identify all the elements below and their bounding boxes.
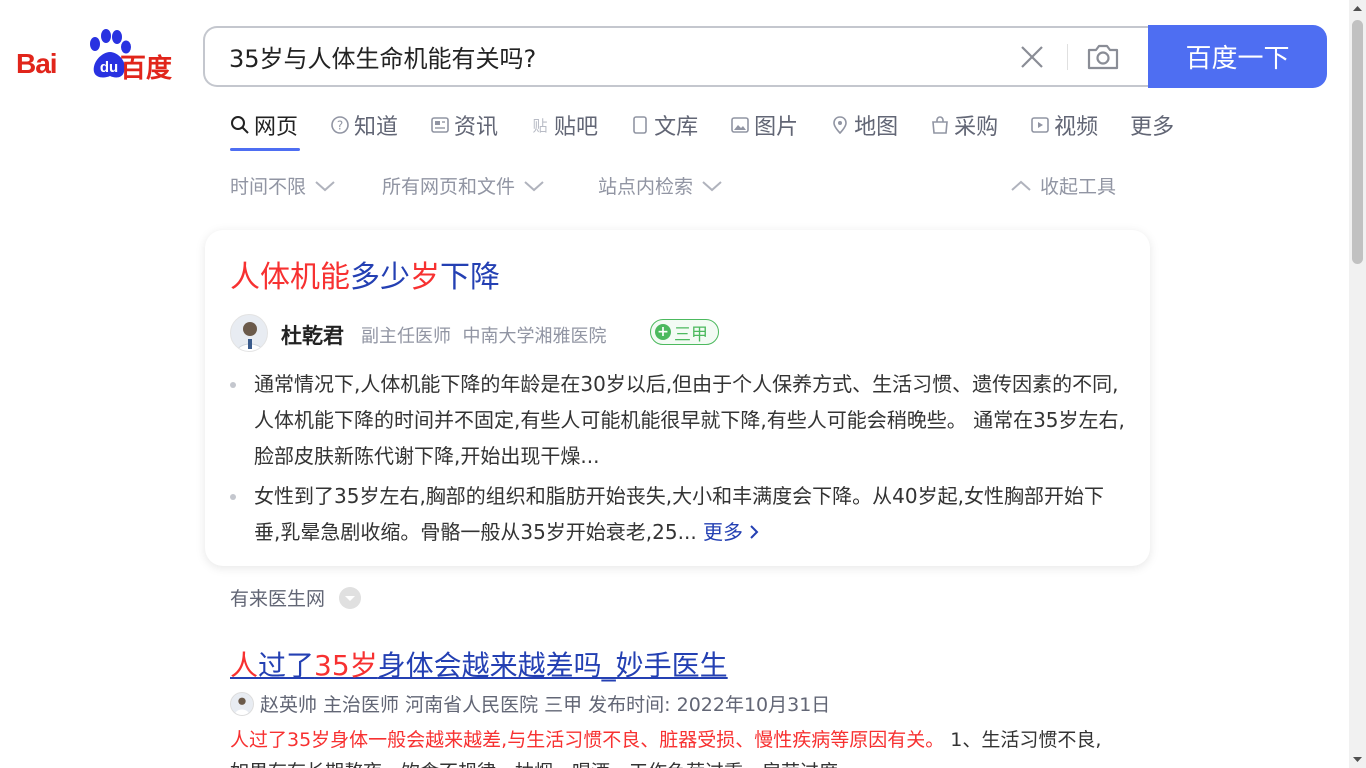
result-title-link[interactable]: 人过了35岁身体会越来越差吗_妙手医生 bbox=[230, 644, 728, 684]
result-meta-text: 赵英帅 主治医师 河南省人民医院 三甲 发布时间: 2022年10月31日 bbox=[260, 694, 831, 716]
hospital-grade-badge: + 三甲 bbox=[650, 319, 719, 345]
chevron-up-icon bbox=[1011, 180, 1031, 191]
tab-label: 文库 bbox=[654, 115, 699, 140]
scrollbar-thumb[interactable] bbox=[1352, 20, 1363, 264]
collapse-tools-label: 收起工具 bbox=[1040, 176, 1117, 198]
svg-text:du: du bbox=[100, 59, 118, 76]
title-part: 人 bbox=[230, 649, 259, 682]
search-tools-bar: 时间不限 所有网页和文件 站点内检索 收起工具 bbox=[230, 172, 1126, 200]
hospital-name: 中南大学湘雅医院 bbox=[462, 326, 607, 347]
search-input[interactable] bbox=[229, 28, 989, 85]
search-box bbox=[203, 26, 1149, 87]
search-icon bbox=[231, 116, 249, 134]
tab-wenku[interactable]: 文库 bbox=[630, 108, 698, 142]
collapse-tools-button[interactable]: 收起工具 bbox=[1010, 172, 1116, 199]
tab-label: 知道 bbox=[354, 115, 399, 140]
dropdown-circle-icon[interactable] bbox=[339, 586, 362, 609]
vertical-scrollbar[interactable] bbox=[1349, 0, 1366, 768]
doctor-name[interactable]: 杜乾君 bbox=[281, 320, 344, 350]
tab-label: 采购 bbox=[954, 115, 999, 140]
result-snippet: 人过了35岁身体一般会越来越差,与生活习惯不良、脏器受损、慢性疾病等原因有关。 … bbox=[230, 724, 1110, 768]
site-search-dropdown[interactable]: 站点内检索 bbox=[598, 172, 723, 199]
shopping-bag-icon bbox=[932, 116, 948, 134]
featured-answer-card: 人体机能多少岁下降 杜乾君 副主任医师 中南大学湘雅医院 + 三甲 通常情况下,… bbox=[205, 230, 1150, 566]
site-search-label: 站点内检索 bbox=[598, 176, 694, 198]
tab-tieba[interactable]: 贴 贴吧 bbox=[530, 108, 599, 142]
title-part: 岁 bbox=[410, 260, 440, 295]
badge-label: 三甲 bbox=[674, 324, 708, 345]
title-part: 过了 bbox=[258, 649, 315, 682]
tab-label: 资讯 bbox=[454, 115, 499, 140]
chevron-down-icon bbox=[702, 180, 722, 191]
tab-label: 更多 bbox=[1130, 115, 1175, 140]
source-name[interactable]: 有来医生网 bbox=[230, 584, 325, 611]
question-icon: ? bbox=[331, 116, 349, 134]
filetype-filter-label: 所有网页和文件 bbox=[382, 176, 516, 198]
filetype-filter-dropdown[interactable]: 所有网页和文件 bbox=[382, 172, 545, 199]
video-icon bbox=[1031, 117, 1049, 133]
active-tab-indicator bbox=[230, 148, 300, 151]
document-icon bbox=[633, 116, 647, 134]
bullet-text: 通常情况下,人体机能下降的年龄是在30岁以后,但由于个人保养方式、生活习惯、遗传… bbox=[254, 372, 1125, 468]
divider bbox=[1067, 44, 1068, 70]
doctor-title: 副主任医师 bbox=[361, 326, 451, 347]
tab-map[interactable]: 地图 bbox=[830, 108, 898, 142]
close-icon[interactable] bbox=[1017, 42, 1047, 72]
chevron-down-icon bbox=[524, 180, 544, 191]
time-filter-dropdown[interactable]: 时间不限 bbox=[230, 172, 336, 199]
search-button[interactable]: 百度一下 bbox=[1148, 25, 1327, 88]
time-filter-label: 时间不限 bbox=[230, 176, 307, 198]
search-tabs: 网页 ? 知道 资讯 贴 贴吧 文库 图片 地图 采购 视频 更多 bbox=[230, 108, 1206, 152]
tab-video[interactable]: 视频 bbox=[1030, 108, 1098, 142]
tab-more[interactable]: 更多 bbox=[1130, 108, 1174, 142]
tab-label: 贴吧 bbox=[554, 115, 599, 140]
more-link[interactable]: 更多 bbox=[703, 520, 759, 544]
title-part: 身体会越来越差吗_妙手医生 bbox=[377, 649, 728, 682]
answer-bullets: 通常情况下,人体机能下降的年龄是在30岁以后,但由于个人保养方式、生活习惯、遗传… bbox=[230, 366, 1130, 554]
news-icon bbox=[431, 117, 449, 133]
tab-label: 网页 bbox=[254, 115, 299, 140]
title-part: 人体机能 bbox=[230, 260, 350, 295]
doctor-avatar[interactable] bbox=[230, 314, 268, 352]
title-part: 下降 bbox=[440, 260, 500, 295]
tieba-icon: 贴 bbox=[533, 117, 548, 135]
baidu-results-page: Bai du 百度 百度一下 网页 ? 知道 bbox=[0, 0, 1366, 768]
map-icon bbox=[833, 116, 847, 135]
card-title-link[interactable]: 人体机能多少岁下降 bbox=[230, 252, 500, 296]
scroll-down-arrow-icon[interactable] bbox=[1349, 751, 1366, 768]
doctor-title-hospital: 副主任医师 中南大学湘雅医院 bbox=[361, 322, 606, 348]
doctor-avatar bbox=[230, 691, 254, 716]
medical-cross-icon: + bbox=[655, 324, 671, 340]
tab-label: 图片 bbox=[754, 115, 799, 140]
chevron-down-icon bbox=[315, 180, 335, 191]
tab-images[interactable]: 图片 bbox=[730, 108, 798, 142]
more-label: 更多 bbox=[703, 520, 744, 544]
source-row: 有来医生网 bbox=[230, 584, 362, 611]
tab-zhidao[interactable]: ? 知道 bbox=[330, 108, 398, 142]
tab-label: 视频 bbox=[1054, 115, 1099, 140]
svg-text:贴: 贴 bbox=[533, 117, 548, 135]
title-part: 多少 bbox=[350, 260, 410, 295]
scroll-up-arrow-icon[interactable] bbox=[1349, 0, 1366, 17]
tab-shopping[interactable]: 采购 bbox=[930, 108, 998, 142]
answer-bullet: 通常情况下,人体机能下降的年龄是在30岁以后,但由于个人保养方式、生活习惯、遗传… bbox=[230, 366, 1130, 474]
title-part: 35岁 bbox=[314, 649, 378, 682]
camera-icon[interactable] bbox=[1085, 40, 1121, 74]
snippet-highlight: 人过了35岁身体一般会越来越差,与生活习惯不良、脏器受损、慢性疾病等原因有关。 bbox=[230, 729, 945, 751]
tab-label: 地图 bbox=[854, 115, 899, 140]
logo-chinese-text: 百度 bbox=[120, 54, 173, 84]
image-icon bbox=[731, 117, 749, 133]
chevron-right-icon bbox=[750, 525, 759, 539]
bullet-text: 女性到了35岁左右,胸部的组织和脂肪开始丧失,大小和丰满度会下降。从40岁起,女… bbox=[254, 484, 1104, 544]
svg-text:?: ? bbox=[337, 119, 343, 133]
answer-bullet: 女性到了35岁左右,胸部的组织和脂肪开始丧失,大小和丰满度会下降。从40岁起,女… bbox=[230, 478, 1130, 550]
result-meta: 赵英帅 主治医师 河南省人民医院 三甲 发布时间: 2022年10月31日 bbox=[230, 690, 830, 717]
tab-web[interactable]: 网页 bbox=[230, 108, 298, 142]
tab-news[interactable]: 资讯 bbox=[430, 108, 498, 142]
baidu-logo[interactable]: Bai du 百度 bbox=[14, 28, 180, 84]
logo-bai-text: Bai bbox=[16, 48, 58, 79]
